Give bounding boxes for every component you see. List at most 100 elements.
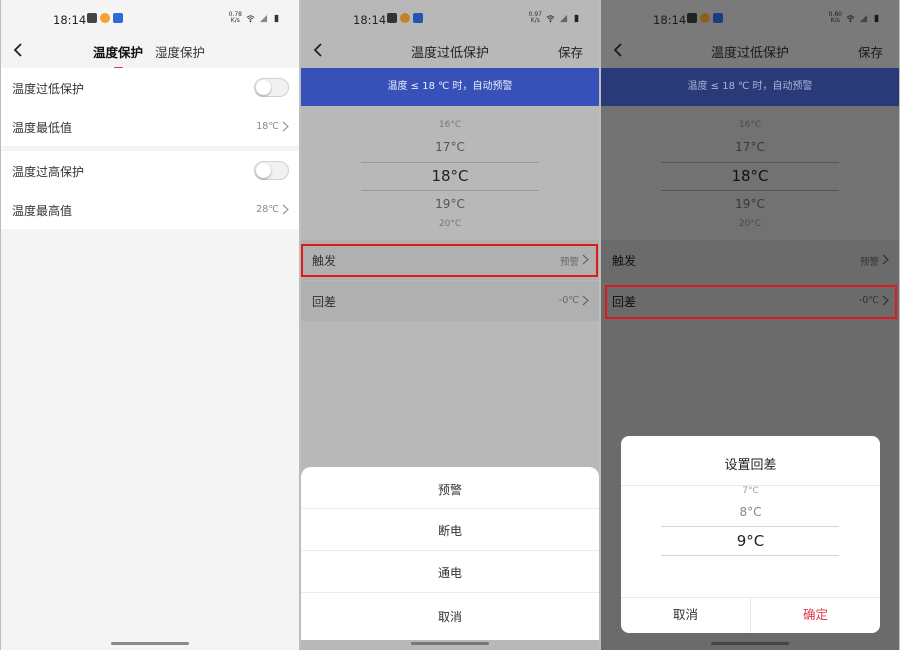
min-temp-value: 18℃ [256, 121, 279, 132]
chevron-right-icon [282, 121, 289, 132]
back-arrow-icon[interactable] [11, 40, 27, 60]
max-temp-value: 28℃ [256, 204, 279, 215]
screen-temperature-protection: 18:14 0.78 K/s 温度保护 湿度保护 温度过低保护 温度最低值 18℃ [1, 0, 299, 650]
picker-option: 17°C [435, 140, 465, 154]
app-icon [100, 13, 110, 23]
chevron-right-icon [282, 204, 289, 215]
row-label: 温度最低值 [12, 121, 73, 135]
page-title: 温度过低保护 [710, 46, 789, 61]
page-title: 温度过低保护 [410, 46, 489, 61]
network-speed: 0.97 K/s [528, 11, 542, 24]
dialog-confirm-button[interactable]: 确定 [751, 597, 880, 633]
trigger-row[interactable]: 触发 预警 [601, 240, 899, 280]
chevron-right-icon [582, 254, 589, 265]
app-icon [700, 13, 710, 23]
picker-option: 16°C [738, 120, 762, 130]
picker-option: 20°C [438, 219, 462, 229]
gallery-icon [687, 13, 697, 23]
picker-selected-option: 18°C [731, 167, 769, 185]
tab-bar: 温度保护 湿度保护 [93, 42, 205, 69]
alert-banner: 温度 ≤ 18 ℃ 时，自动预警 [301, 68, 599, 106]
nav-bar: 温度过低保护 保存 [301, 36, 599, 66]
signal-icon [559, 14, 568, 22]
row-label: 温度最高值 [12, 204, 73, 218]
picker-option: 8°C [739, 505, 762, 519]
status-bar: 18:14 0.60 K/s [601, 0, 899, 36]
hysteresis-picker[interactable]: 7°C 8°C 9°C [621, 486, 880, 596]
high-temp-protection-row: 温度过高保护 [1, 151, 299, 190]
chevron-right-icon [582, 295, 589, 306]
chevron-right-icon [882, 295, 889, 306]
sheet-option-power-off[interactable]: 断电 [301, 522, 599, 539]
screen-low-temp-trigger-sheet: 18:14 0.97 K/s 温度过低保护 保存 温度 ≤ 18 ℃ 时，自动预警… [301, 0, 599, 650]
low-temp-protection-row: 温度过低保护 [1, 68, 299, 107]
picker-option: 16°C [438, 120, 462, 130]
sheet-option-warning[interactable]: 预警 [301, 481, 599, 498]
signal-icon [859, 14, 868, 22]
dialog-title: 设置回差 [724, 458, 777, 473]
row-label: 温度过低保护 [12, 82, 85, 96]
max-temp-row[interactable]: 温度最高值 28℃ [1, 190, 299, 229]
network-speed: 0.60 K/s [828, 11, 842, 24]
signal-icon [259, 14, 268, 22]
gallery-icon [387, 13, 397, 23]
app-icon [713, 13, 723, 23]
chevron-right-icon [882, 254, 889, 265]
status-bar: 18:14 0.78 K/s [1, 0, 299, 36]
trigger-action-sheet: 预警 断电 通电 取消 [301, 467, 599, 640]
home-indicator[interactable] [411, 642, 489, 645]
high-temp-protection-toggle[interactable] [254, 161, 289, 180]
status-time: 18:14 [53, 13, 87, 27]
home-indicator[interactable] [711, 642, 789, 645]
picker-option: 19°C [735, 197, 765, 211]
save-button[interactable]: 保存 [858, 42, 883, 61]
network-speed: 0.78 K/s [228, 11, 242, 24]
gallery-icon [87, 13, 97, 23]
picker-option: 17°C [735, 140, 765, 154]
sheet-option-power-on[interactable]: 通电 [301, 564, 599, 581]
picker-selected-option: 9°C [736, 532, 765, 550]
row-label: 回差 [312, 295, 337, 309]
save-button[interactable]: 保存 [558, 42, 583, 61]
app-icon [113, 13, 123, 23]
tab-temperature-protection[interactable]: 温度保护 [93, 42, 143, 69]
battery-icon [874, 14, 879, 22]
row-label: 触发 [312, 254, 337, 268]
picker-option: 7°C [742, 486, 759, 496]
hysteresis-row[interactable]: 回差 -0℃ [601, 281, 899, 321]
trigger-value: 预警 [859, 257, 879, 268]
high-temp-group: 温度过高保护 温度最高值 28℃ [1, 151, 299, 229]
low-temp-group: 温度过低保护 温度最低值 18℃ [1, 68, 299, 146]
wifi-icon [246, 14, 255, 22]
app-icon [413, 13, 423, 23]
hysteresis-value: -0℃ [858, 295, 879, 306]
hysteresis-row[interactable]: 回差 -0℃ [301, 281, 599, 321]
alert-banner: 温度 ≤ 18 ℃ 时，自动预警 [601, 68, 899, 106]
tab-humidity-protection[interactable]: 湿度保护 [155, 42, 205, 61]
hysteresis-dialog: 设置回差 7°C 8°C 9°C 取消 确定 [621, 436, 880, 633]
temperature-picker[interactable]: 16°C 17°C 18°C 19°C 20°C [301, 110, 599, 240]
trigger-value: 预警 [559, 257, 579, 268]
status-bar: 18:14 0.97 K/s [301, 0, 599, 36]
hysteresis-value: -0℃ [558, 295, 579, 306]
row-label: 温度过高保护 [12, 165, 85, 179]
row-label: 触发 [612, 254, 637, 268]
picker-option: 19°C [435, 197, 465, 211]
status-time: 18:14 [353, 13, 387, 27]
nav-bar: 温度过低保护 保存 [601, 36, 899, 66]
picker-option: 20°C [738, 219, 762, 229]
wifi-icon [846, 14, 855, 22]
min-temp-row[interactable]: 温度最低值 18℃ [1, 107, 299, 146]
status-time: 18:14 [653, 13, 687, 27]
app-icon [400, 13, 410, 23]
sheet-cancel-button[interactable]: 取消 [301, 608, 599, 625]
picker-selected-option: 18°C [431, 167, 469, 185]
dialog-cancel-button[interactable]: 取消 [621, 597, 750, 633]
battery-icon [574, 14, 579, 22]
trigger-row[interactable]: 触发 预警 [301, 240, 599, 280]
row-label: 回差 [612, 295, 637, 309]
low-temp-protection-toggle[interactable] [254, 78, 289, 97]
home-indicator[interactable] [111, 642, 189, 645]
wifi-icon [546, 14, 555, 22]
temperature-picker[interactable]: 16°C 17°C 18°C 19°C 20°C [601, 106, 899, 240]
